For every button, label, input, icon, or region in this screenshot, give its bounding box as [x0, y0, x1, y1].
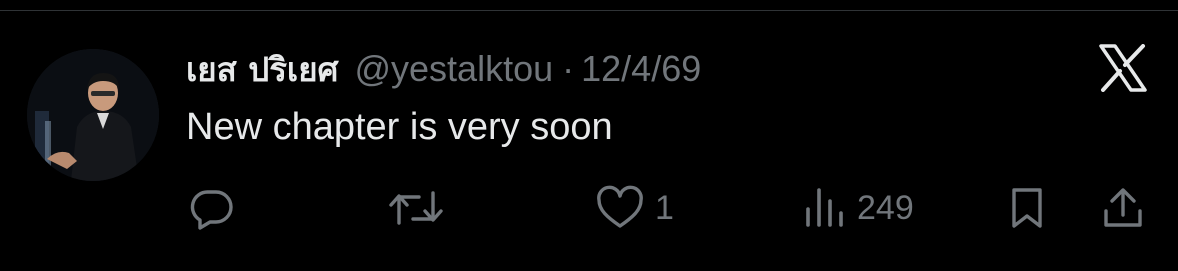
avatar[interactable] [27, 49, 159, 181]
tweet-text: New chapter is very soon [186, 106, 613, 148]
x-logo-icon [1098, 44, 1148, 92]
views-button[interactable]: 249 [803, 185, 914, 231]
action-bar: 1 249 [0, 185, 1178, 231]
bookmark-icon [1007, 185, 1047, 231]
repost-button[interactable] [387, 185, 445, 231]
share-icon [1100, 185, 1146, 231]
like-count: 1 [655, 188, 674, 227]
separator-dot: · [562, 48, 575, 89]
reply-button[interactable] [188, 185, 236, 231]
reply-icon [188, 185, 236, 231]
repost-icon [387, 185, 445, 231]
tweet-date[interactable]: 12/4/69 [581, 48, 701, 90]
views-icon [803, 185, 847, 231]
like-button[interactable]: 1 [595, 185, 674, 231]
display-name[interactable]: เยส ปริเยศ [186, 43, 338, 96]
avatar-image [27, 49, 159, 181]
top-divider [0, 10, 1178, 11]
heart-icon [595, 185, 645, 231]
bookmark-button[interactable] [1007, 185, 1047, 231]
tweet-header: เยส ปริเยศ @yestalktou · 12/4/69 [186, 46, 701, 92]
user-handle[interactable]: @yestalktou [354, 48, 553, 90]
views-count: 249 [857, 188, 914, 227]
share-button[interactable] [1100, 185, 1146, 231]
